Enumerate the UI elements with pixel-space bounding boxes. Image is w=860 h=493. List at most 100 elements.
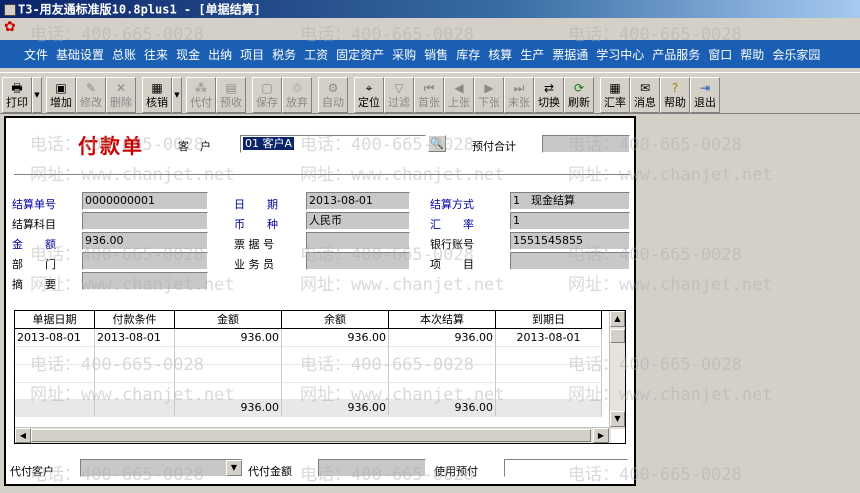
prev-record-button[interactable]: ◀ 上张 xyxy=(444,77,474,113)
settle-method-field[interactable]: 1 现金结算 xyxy=(510,192,630,210)
settlement-grid[interactable]: 单据日期 付款条件 金额 余额 本次结算 到期日 2013-08-01 2013… xyxy=(14,310,626,444)
menu-inventory[interactable]: 库存 xyxy=(452,46,484,63)
hscroll-thumb[interactable] xyxy=(31,429,591,442)
prepay-total-label: 预付合计 xyxy=(472,140,516,153)
filter-button[interactable]: ▽ 过滤 xyxy=(384,77,414,113)
customer-field[interactable]: 01 客户A xyxy=(240,135,426,153)
amount-label: 金 额 xyxy=(12,238,56,251)
salesperson-field[interactable] xyxy=(306,252,410,270)
proxy-pay-button[interactable]: ⁂ 代付 xyxy=(186,77,216,113)
bank-account-field[interactable]: 1551545855 xyxy=(510,232,630,250)
settle-subject-label: 结算科目 xyxy=(12,218,56,231)
menu-purchase[interactable]: 采购 xyxy=(388,46,420,63)
cell-doc-date[interactable]: 2013-08-01 xyxy=(15,329,95,347)
first-record-button[interactable]: ⏮ 首张 xyxy=(414,77,444,113)
voucher-title: 付款单 xyxy=(78,134,144,158)
col-header-doc-date[interactable]: 单据日期 xyxy=(15,311,95,329)
date-field[interactable]: 2013-08-01 xyxy=(306,192,410,210)
cell-amount[interactable]: 936.00 xyxy=(175,329,282,347)
switch-button[interactable]: ⇄ 切换 xyxy=(534,77,564,113)
help-button[interactable]: ? 帮助 xyxy=(660,77,690,113)
col-header-this-settle[interactable]: 本次结算 xyxy=(389,311,496,329)
save-button[interactable]: ▢ 保存 xyxy=(252,77,282,113)
project-field[interactable] xyxy=(510,252,630,270)
bill-no-field[interactable] xyxy=(306,232,410,250)
customer-search-button[interactable]: 🔍 xyxy=(428,135,446,152)
auto-button[interactable]: ⚙ 自动 xyxy=(318,77,348,113)
menu-accounting[interactable]: 核算 xyxy=(484,46,516,63)
menu-window[interactable]: 窗口 xyxy=(704,46,736,63)
verify-button[interactable]: ▦ 核销 xyxy=(142,77,172,113)
menu-tax[interactable]: 税务 xyxy=(268,46,300,63)
print-button[interactable]: 🖶 打印 xyxy=(2,77,32,113)
exchange-rate-button[interactable]: ▦ 汇率 xyxy=(600,77,630,113)
menu-cash[interactable]: 现金 xyxy=(172,46,204,63)
message-button[interactable]: ✉ 消息 xyxy=(630,77,660,113)
menu-huile-home[interactable]: 会乐家园 xyxy=(768,46,824,63)
amount-field[interactable]: 936.00 xyxy=(82,232,208,250)
grid-vertical-scrollbar[interactable]: ▲ ▼ xyxy=(609,311,625,429)
cell-due-date[interactable]: 2013-08-01 xyxy=(496,329,602,347)
locate-button[interactable]: ⌖ 定位 xyxy=(354,77,384,113)
prepay-button[interactable]: ▤ 预收 xyxy=(216,77,246,113)
delete-button[interactable]: ✕ 删除 xyxy=(106,77,136,113)
add-button[interactable]: ▣ 增加 xyxy=(46,77,76,113)
proxy-amount-field[interactable] xyxy=(318,459,426,477)
col-header-due-date[interactable]: 到期日 xyxy=(496,311,602,329)
toolbar: 🖶 打印 ▼ ▣ 增加 ✎ 修改 ✕ 删除 ▦ 核销 ▼ ⁂ 代付 ▤ 预收 ▢… xyxy=(0,72,860,114)
menu-basic-settings[interactable]: 基础设置 xyxy=(52,46,108,63)
chevron-down-icon[interactable]: ▼ xyxy=(226,460,242,476)
table-row-empty[interactable] xyxy=(15,347,602,365)
menu-cashier[interactable]: 出纳 xyxy=(204,46,236,63)
menu-project[interactable]: 项目 xyxy=(236,46,268,63)
cell-balance[interactable]: 936.00 xyxy=(282,329,389,347)
settle-no-field[interactable]: 0000000001 xyxy=(82,192,208,210)
col-header-balance[interactable]: 余额 xyxy=(282,311,389,329)
proxy-customer-label: 代付客户 xyxy=(10,465,54,478)
settle-subject-field[interactable] xyxy=(82,212,208,230)
col-header-pay-terms[interactable]: 付款条件 xyxy=(95,311,175,329)
menu-ledger[interactable]: 总账 xyxy=(108,46,140,63)
help-icon: ? xyxy=(671,81,679,95)
next-record-button[interactable]: ▶ 下张 xyxy=(474,77,504,113)
cell-pay-terms[interactable]: 2013-08-01 xyxy=(95,329,175,347)
memo-field[interactable] xyxy=(82,272,208,290)
exchange-rate-field[interactable]: 1 xyxy=(510,212,630,230)
print-dropdown-button[interactable]: ▼ xyxy=(32,77,42,113)
menu-payroll[interactable]: 工资 xyxy=(300,46,332,63)
scroll-up-arrow-icon[interactable]: ▲ xyxy=(610,311,625,327)
table-row[interactable]: 2013-08-01 2013-08-01 936.00 936.00 936.… xyxy=(15,329,602,347)
menu-bill-link[interactable]: 票据通 xyxy=(548,46,592,63)
menu-help[interactable]: 帮助 xyxy=(736,46,768,63)
use-prepay-field[interactable] xyxy=(504,459,628,477)
scroll-left-arrow-icon[interactable]: ◀ xyxy=(15,428,31,443)
menu-receivables[interactable]: 往来 xyxy=(140,46,172,63)
save-icon: ▢ xyxy=(261,81,273,95)
exit-icon: ⇥ xyxy=(699,81,711,95)
scroll-right-arrow-icon[interactable]: ▶ xyxy=(593,428,609,443)
col-header-amount[interactable]: 金额 xyxy=(175,311,282,329)
cell-this-settle[interactable]: 936.00 xyxy=(389,329,496,347)
grid-horizontal-scrollbar[interactable]: ◀ ▶ xyxy=(15,427,611,443)
menu-production[interactable]: 生产 xyxy=(516,46,548,63)
dept-field[interactable] xyxy=(82,252,208,270)
menu-sales[interactable]: 销售 xyxy=(420,46,452,63)
last-record-button[interactable]: ⏭ 末张 xyxy=(504,77,534,113)
edit-button[interactable]: ✎ 修改 xyxy=(76,77,106,113)
next-icon: ▶ xyxy=(484,81,494,95)
mdi-document-icon[interactable]: ✿ xyxy=(4,18,22,36)
project-label: 项 目 xyxy=(430,258,474,271)
menu-product-service[interactable]: 产品服务 xyxy=(648,46,704,63)
table-row-empty[interactable] xyxy=(15,365,602,383)
scroll-down-arrow-icon[interactable]: ▼ xyxy=(610,411,625,427)
menu-learning-center[interactable]: 学习中心 xyxy=(592,46,648,63)
currency-field[interactable]: 人民币 xyxy=(306,212,410,230)
menu-fixed-assets[interactable]: 固定资产 xyxy=(332,46,388,63)
discard-button[interactable]: ♲ 放弃 xyxy=(282,77,312,113)
menu-file[interactable]: 文件 xyxy=(20,46,52,63)
verify-dropdown-button[interactable]: ▼ xyxy=(172,77,182,113)
scroll-thumb[interactable] xyxy=(610,329,625,343)
exit-button[interactable]: ⇥ 退出 xyxy=(690,77,720,113)
proxy-customer-field[interactable] xyxy=(80,459,242,477)
refresh-button[interactable]: ⟳ 刷新 xyxy=(564,77,594,113)
